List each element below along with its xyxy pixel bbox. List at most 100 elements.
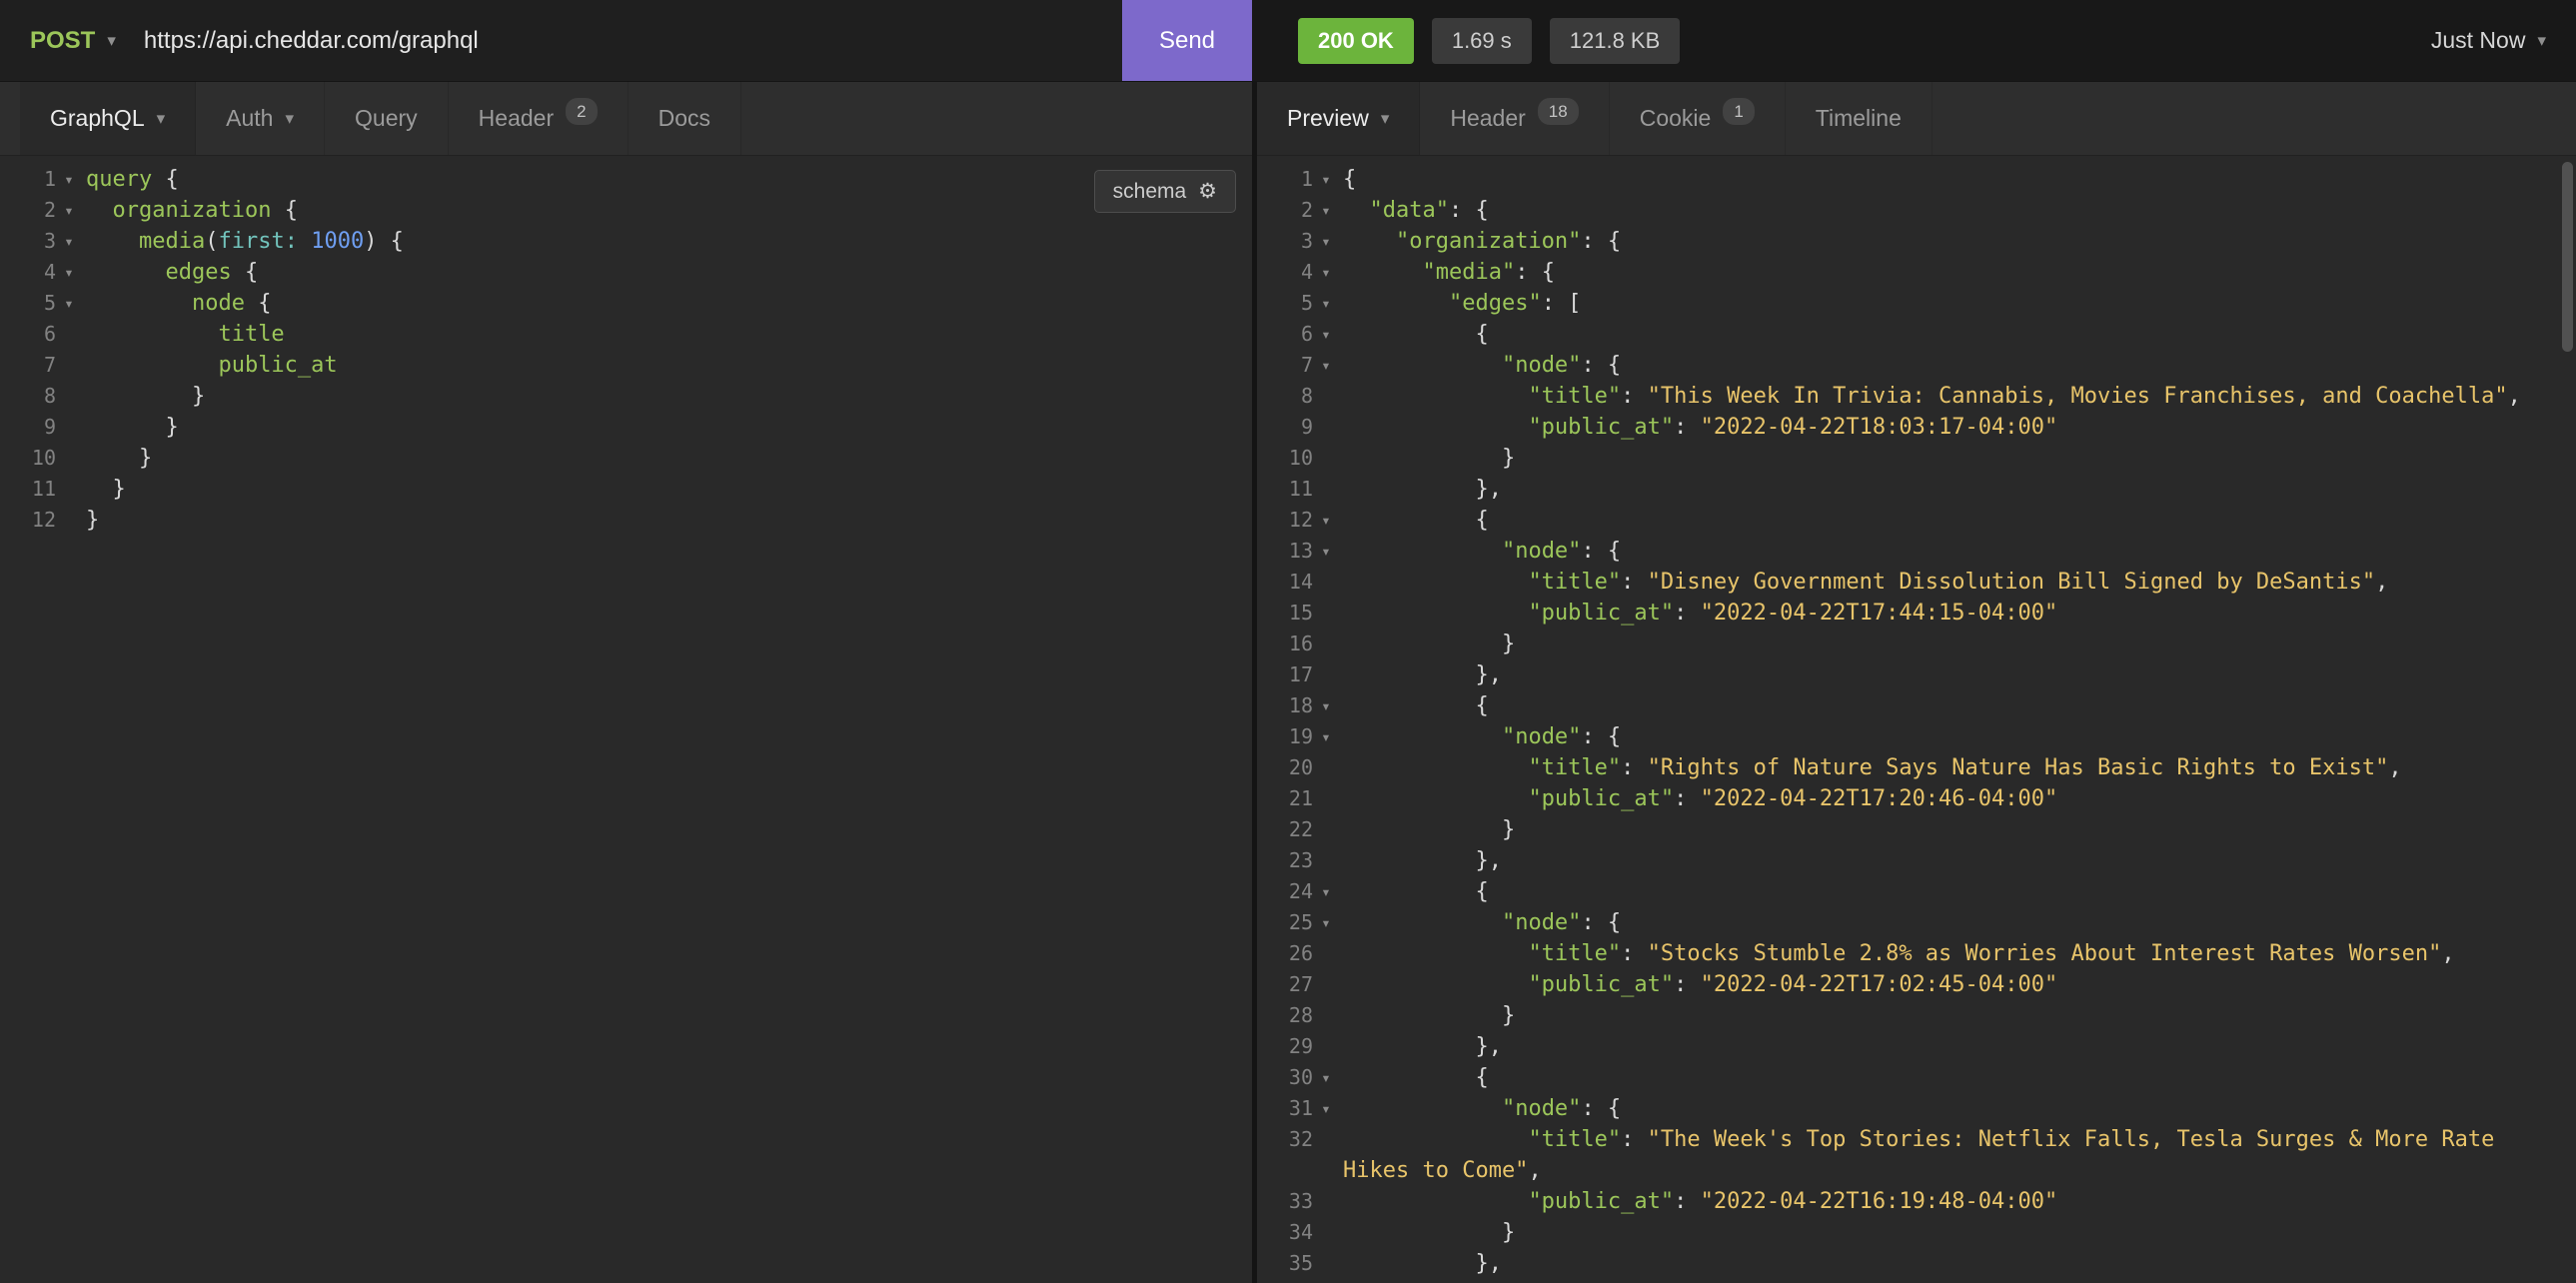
fold-arrow-icon[interactable]: ▾ — [1313, 319, 1339, 350]
code-line-16: 16 } — [1257, 629, 2576, 659]
tab-preview[interactable]: Preview▾ — [1257, 82, 1420, 155]
code-line-12: 12▾ { — [1257, 505, 2576, 536]
line-number: 10 — [1257, 443, 1313, 474]
fold-arrow-icon[interactable]: ▾ — [1313, 288, 1339, 319]
graphql-query-editor[interactable]: schema ⚙ 1▾query {2▾ organization {3▾ me… — [0, 156, 1252, 1283]
line-number: 4 — [0, 257, 56, 288]
tab-timeline[interactable]: Timeline — [1786, 82, 1932, 155]
url-input[interactable]: https://api.cheddar.com/graphql — [144, 27, 1122, 55]
history-dropdown[interactable]: Just Now ▾ — [2431, 27, 2546, 54]
gutter: 13▾ — [1257, 536, 1339, 567]
chevron-down-icon: ▾ — [285, 110, 294, 127]
code-text: }, — [1339, 659, 2576, 690]
code-line-1[interactable]: 1▾query { — [0, 164, 1252, 195]
fold-arrow-icon[interactable]: ▾ — [56, 288, 82, 319]
response-scrollbar-thumb[interactable] — [2562, 162, 2573, 352]
fold-spacer — [1313, 1124, 1339, 1186]
fold-arrow-icon[interactable]: ▾ — [1313, 164, 1339, 195]
line-number: 13 — [1257, 536, 1313, 567]
gutter: 4▾ — [0, 257, 82, 288]
fold-arrow-icon[interactable]: ▾ — [1313, 907, 1339, 938]
tab-cookie[interactable]: Cookie1 — [1610, 82, 1786, 155]
line-number: 9 — [1257, 412, 1313, 443]
code-line-4[interactable]: 4▾ edges { — [0, 257, 1252, 288]
code-text: } — [82, 381, 1252, 412]
fold-arrow-icon[interactable]: ▾ — [1313, 876, 1339, 907]
tab-graphql[interactable]: GraphQL▾ — [20, 82, 196, 155]
tab-header[interactable]: Header18 — [1420, 82, 1609, 155]
fold-spacer — [1313, 969, 1339, 1000]
tab-label: GraphQL — [50, 105, 145, 132]
code-line-1: 1▾{ — [1257, 164, 2576, 195]
tab-header[interactable]: Header2 — [449, 82, 629, 155]
fold-arrow-icon[interactable]: ▾ — [1313, 536, 1339, 567]
fold-spacer — [1313, 814, 1339, 845]
gutter: 22 — [1257, 814, 1339, 845]
code-text: "data": { — [1339, 195, 2576, 226]
code-text: }, — [1339, 845, 2576, 876]
code-line-7[interactable]: 7 public_at — [0, 350, 1252, 381]
code-line-2[interactable]: 2▾ organization { — [0, 195, 1252, 226]
line-number: 35 — [1257, 1248, 1313, 1279]
code-line-6[interactable]: 6 title — [0, 319, 1252, 350]
method-dropdown[interactable]: POST ▾ — [0, 27, 144, 55]
code-text: node { — [82, 288, 1252, 319]
code-line-5[interactable]: 5▾ node { — [0, 288, 1252, 319]
fold-arrow-icon[interactable]: ▾ — [56, 164, 82, 195]
fold-arrow-icon[interactable]: ▾ — [56, 226, 82, 257]
gutter: 14 — [1257, 567, 1339, 598]
fold-arrow-icon[interactable]: ▾ — [1313, 690, 1339, 721]
fold-arrow-icon[interactable]: ▾ — [56, 257, 82, 288]
code-line-3[interactable]: 3▾ media(first: 1000) { — [0, 226, 1252, 257]
code-text: "title": "This Week In Trivia: Cannabis,… — [1339, 381, 2576, 412]
line-number: 10 — [0, 443, 56, 474]
code-line-9[interactable]: 9 } — [0, 412, 1252, 443]
line-number: 22 — [1257, 814, 1313, 845]
code-line-27: 27 "public_at": "2022-04-22T17:02:45-04:… — [1257, 969, 2576, 1000]
code-line-8[interactable]: 8 } — [0, 381, 1252, 412]
line-number: 30 — [1257, 1062, 1313, 1093]
code-text: }, — [1339, 474, 2576, 505]
fold-spacer — [1313, 1031, 1339, 1062]
gutter: 6 — [0, 319, 82, 350]
fold-arrow-icon[interactable]: ▾ — [56, 195, 82, 226]
code-line-10[interactable]: 10 } — [0, 443, 1252, 474]
tab-docs[interactable]: Docs — [629, 82, 741, 155]
code-text: "public_at": "2022-04-22T16:19:48-04:00" — [1339, 1186, 2576, 1217]
fold-spacer — [1313, 629, 1339, 659]
code-line-11[interactable]: 11 } — [0, 474, 1252, 505]
fold-arrow-icon[interactable]: ▾ — [1313, 195, 1339, 226]
gutter: 1▾ — [0, 164, 82, 195]
code-line-23: 23 }, — [1257, 845, 2576, 876]
fold-arrow-icon[interactable]: ▾ — [1313, 1062, 1339, 1093]
gutter: 25▾ — [1257, 907, 1339, 938]
tab-query[interactable]: Query — [325, 82, 449, 155]
fold-arrow-icon[interactable]: ▾ — [1313, 1093, 1339, 1124]
gutter: 3▾ — [0, 226, 82, 257]
fold-arrow-icon[interactable]: ▾ — [1313, 1279, 1339, 1283]
schema-label: schema — [1113, 180, 1187, 204]
code-text: "edges": [ — [1339, 288, 2576, 319]
line-number: 2 — [0, 195, 56, 226]
fold-arrow-icon[interactable]: ▾ — [1313, 505, 1339, 536]
response-pane: Preview▾Header18Cookie1Timeline 1▾{2▾ "d… — [1257, 82, 2576, 1283]
gutter: 28 — [1257, 1000, 1339, 1031]
code-line-12[interactable]: 12} — [0, 505, 1252, 536]
gutter: 9 — [1257, 412, 1339, 443]
fold-arrow-icon[interactable]: ▾ — [1313, 721, 1339, 752]
line-number: 7 — [0, 350, 56, 381]
gutter: 9 — [0, 412, 82, 443]
send-button[interactable]: Send — [1122, 0, 1252, 81]
schema-button[interactable]: schema ⚙ — [1094, 170, 1236, 213]
gutter: 11 — [1257, 474, 1339, 505]
gutter: 16 — [1257, 629, 1339, 659]
line-number: 2 — [1257, 195, 1313, 226]
line-number: 6 — [1257, 319, 1313, 350]
gutter: 32 — [1257, 1124, 1339, 1186]
fold-arrow-icon[interactable]: ▾ — [1313, 226, 1339, 257]
fold-arrow-icon[interactable]: ▾ — [1313, 350, 1339, 381]
code-text: "node": { — [1339, 721, 2576, 752]
tab-auth[interactable]: Auth▾ — [196, 82, 325, 155]
fold-arrow-icon[interactable]: ▾ — [1313, 257, 1339, 288]
topbar: POST ▾ https://api.cheddar.com/graphql S… — [0, 0, 2576, 82]
